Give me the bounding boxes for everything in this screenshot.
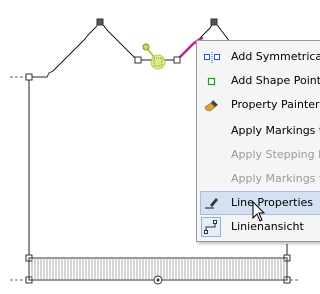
selected-point[interactable] [153, 57, 163, 67]
menu-item-label: Apply Stepping Pa [231, 148, 320, 161]
pattern-point[interactable] [173, 56, 181, 64]
menu-item-label: Property Painter [231, 98, 320, 111]
menu-item-label: Apply Markings to [231, 172, 320, 185]
pattern-point[interactable] [210, 18, 218, 26]
pattern-point[interactable] [25, 73, 33, 81]
menu-item-apply-markings-2: Apply Markings to [197, 167, 320, 191]
mouse-cursor-icon [252, 201, 266, 222]
menu-item-add-symmetrical[interactable]: Add Symmetrical S [197, 45, 320, 69]
line-edit-icon [204, 196, 220, 210]
handle-knob[interactable] [142, 43, 150, 51]
menu-item-apply-markings-1[interactable]: Apply Markings to [197, 119, 320, 143]
pattern-point[interactable] [96, 18, 104, 26]
shape-point-icon [204, 74, 220, 88]
pattern-point[interactable] [134, 56, 142, 64]
menu-item-label: Add Symmetrical S [231, 50, 320, 63]
menu-item-apply-stepping: Apply Stepping Pa [197, 143, 320, 167]
menu-item-property-painter[interactable]: Property Painter [197, 93, 320, 117]
line-view-icon [201, 217, 221, 237]
menu-item-label: Add Shape Point [231, 74, 320, 87]
menu-item-label: Apply Markings to [231, 124, 320, 137]
symmetrical-points-icon [204, 50, 220, 64]
menu-item-label: Line Properties [231, 196, 314, 209]
menu-item-add-shape-point[interactable]: Add Shape Point [197, 69, 320, 93]
center-marker-dot [156, 278, 160, 282]
paint-brush-icon [204, 98, 220, 112]
